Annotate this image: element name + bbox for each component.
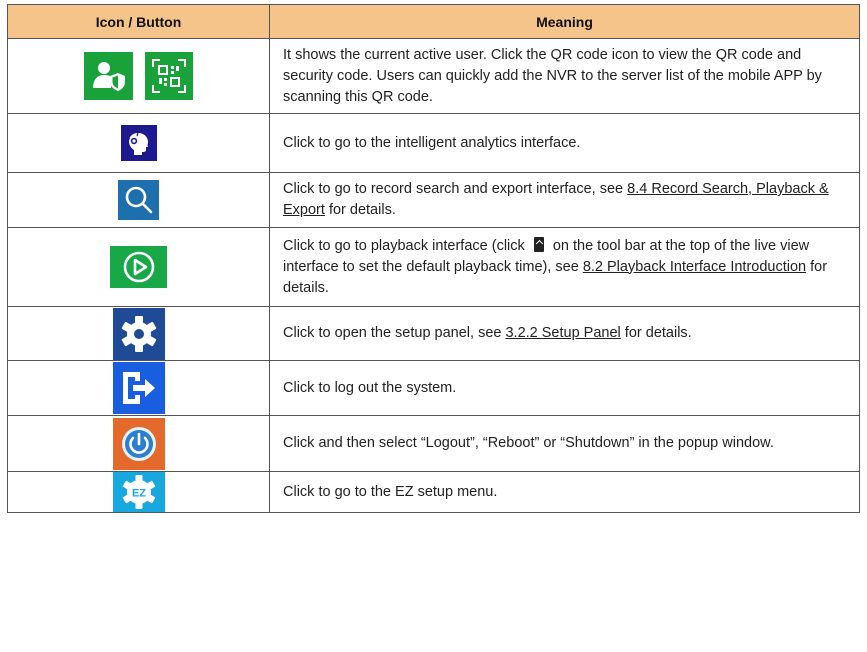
table-row: Click to log out the system. <box>7 360 860 416</box>
logout-icon[interactable] <box>112 362 165 414</box>
table-header-row: Icon / Button Meaning <box>7 4 860 39</box>
meaning-cell: Click to open the setup panel, see 3.2.2… <box>269 306 860 361</box>
icon-cell <box>7 172 270 228</box>
table-row: It shows the current active user. Click … <box>7 38 860 114</box>
meaning-cell: Click to go to the intelligent analytics… <box>269 113 860 173</box>
meaning-text: Click to go to playback interface (click <box>283 237 529 254</box>
table-row: Click and then select “Logout”, “Reboot”… <box>7 415 860 472</box>
meaning-cell: Click to log out the system. <box>269 360 860 416</box>
table-row: Click to open the setup panel, see 3.2.2… <box>7 306 860 361</box>
icon-cell <box>7 227 270 307</box>
icon-cell <box>7 415 270 472</box>
meaning-text: Click to go to record search and export … <box>283 181 628 197</box>
meaning-cell: Click to go to playback interface (click… <box>269 227 860 307</box>
meaning-cell: Click to go to record search and export … <box>269 172 860 228</box>
icon-cell <box>7 360 270 416</box>
header-meaning: Meaning <box>269 4 860 39</box>
icon-cell <box>7 113 270 173</box>
icon-cell <box>7 38 270 114</box>
chevron-up-icon <box>533 236 544 252</box>
icon-cell: EZ <box>7 471 270 513</box>
play-icon[interactable] <box>110 246 167 288</box>
icon-cell <box>7 306 270 361</box>
ez-setup-icon[interactable]: EZ <box>112 472 165 512</box>
link-playback-interface[interactable]: 8.2 Playback Interface Introduction <box>583 259 806 275</box>
gear-icon[interactable] <box>112 307 165 360</box>
meaning-text: for details. <box>620 325 692 341</box>
meaning-text: for details. <box>324 202 396 218</box>
link-setup-panel[interactable]: 3.2.2 Setup Panel <box>505 325 620 341</box>
table-row: EZ Click to go to the EZ setup menu. <box>7 471 860 513</box>
meaning-cell: Click and then select “Logout”, “Reboot”… <box>269 415 860 472</box>
meaning-cell: It shows the current active user. Click … <box>269 38 860 114</box>
header-icon-button: Icon / Button <box>7 4 270 39</box>
table-row: Click to go to playback interface (click… <box>7 227 860 307</box>
qr-code-icon[interactable] <box>145 52 194 100</box>
table-row: Click to go to the intelligent analytics… <box>7 113 860 173</box>
table-row: Click to go to record search and export … <box>7 172 860 228</box>
meaning-cell: Click to go to the EZ setup menu. <box>269 471 860 513</box>
ez-icon-text: EZ <box>131 488 145 500</box>
meaning-text: Click to open the setup panel, see <box>283 325 506 341</box>
user-shield-icon[interactable] <box>83 52 133 100</box>
intelligent-analytics-icon[interactable] <box>120 125 157 161</box>
search-icon[interactable] <box>118 180 159 220</box>
icon-meaning-table: Icon / Button Meaning It shows the curre… <box>7 4 860 513</box>
power-icon[interactable] <box>112 417 165 470</box>
